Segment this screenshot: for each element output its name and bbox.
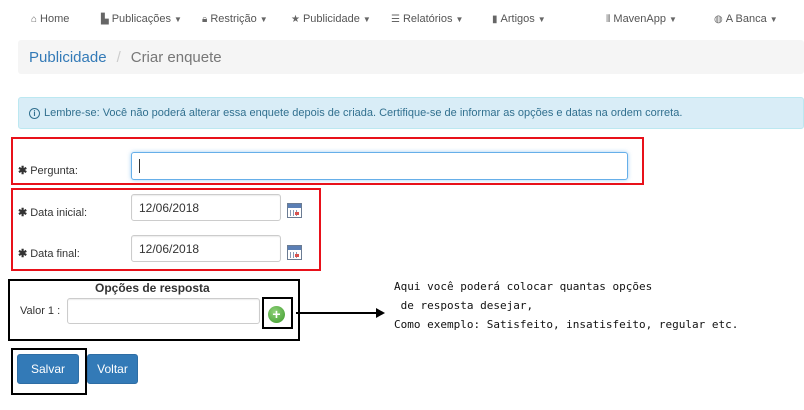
valor-1-label: Valor 1 : xyxy=(20,305,61,317)
data-inicial-input[interactable]: 12/06/2018 xyxy=(131,194,281,221)
info-icon: i xyxy=(29,107,40,119)
required-icon: ✱ xyxy=(18,165,28,177)
calendar-icon[interactable] xyxy=(287,245,302,260)
annotation-line-3: Como exemplo: Satisfeito, insatisfeito, … xyxy=(394,318,739,331)
nav-a-banca-label: A Banca xyxy=(725,13,767,25)
nav-artigos-label: Artigos xyxy=(500,13,535,25)
nav-relatorios[interactable]: ☰ Relatórios ▼ xyxy=(391,13,463,25)
document-icon: ▙ xyxy=(101,13,109,25)
nav-home-label: Home xyxy=(40,13,70,25)
nav-mavenapp[interactable]: ⦀ MavenApp ▼ xyxy=(606,13,677,25)
pergunta-label-text: Pergunta: xyxy=(30,165,78,177)
list-icon: ☰ xyxy=(391,13,400,25)
save-button[interactable]: Salvar xyxy=(17,354,79,384)
caret-down-icon: ▼ xyxy=(362,14,371,24)
annotation-line-2: de resposta desejar, xyxy=(394,299,534,312)
caret-down-icon: ▼ xyxy=(769,14,778,24)
data-inicial-value: 12/06/2018 xyxy=(139,200,200,215)
caret-down-icon: ▼ xyxy=(174,14,182,24)
pergunta-input[interactable] xyxy=(131,152,628,180)
pergunta-label: ✱ Pergunta: xyxy=(18,164,78,177)
nav-relatorios-label: Relatórios xyxy=(402,13,453,25)
data-inicial-label-text: Data inicial: xyxy=(30,207,88,219)
info-alert: i Lembre-se: Você não poderá alterar ess… xyxy=(18,97,804,129)
data-final-value: 12/06/2018 xyxy=(139,241,200,256)
nav-publicidade-label: Publicidade xyxy=(302,13,360,25)
data-final-label: ✱ Data final: xyxy=(18,247,80,260)
bookmark-icon: ▮ xyxy=(492,13,498,25)
annotation-line-1: Aqui você poderá colocar quantas opções xyxy=(394,280,653,293)
nav-a-banca[interactable]: ◍ A Banca ▼ xyxy=(714,13,778,25)
back-button[interactable]: Voltar xyxy=(87,354,138,384)
arrow-head-icon xyxy=(376,308,385,318)
data-final-label-text: Data final: xyxy=(30,248,80,260)
home-icon: ⌂ xyxy=(31,13,38,25)
required-icon: ✱ xyxy=(18,207,28,219)
annotation-arrow xyxy=(296,312,378,314)
options-title: Opções de resposta xyxy=(95,281,210,295)
nav-publicacoes-label: Publicações xyxy=(111,13,172,25)
star-icon: ★ xyxy=(291,13,300,25)
required-icon: ✱ xyxy=(18,248,28,260)
breadcrumb-publicidade-link[interactable]: Publicidade xyxy=(29,49,107,66)
calendar-icon[interactable] xyxy=(287,203,302,218)
top-navbar: ⌂ Home ▙ Publicações ▼ 🔒︎ Restrição ▼ ★ … xyxy=(0,0,804,38)
caret-down-icon: ▼ xyxy=(669,14,677,24)
nav-restricao-label: Restrição xyxy=(210,13,257,25)
valor-1-input[interactable] xyxy=(67,298,260,324)
globe-icon: ◍ xyxy=(714,13,723,25)
nav-home[interactable]: ⌂ Home xyxy=(31,13,69,25)
breadcrumb-separator: / xyxy=(116,48,121,66)
breadcrumb: Publicidade / Criar enquete xyxy=(18,40,804,74)
text-cursor xyxy=(139,159,140,173)
nav-artigos[interactable]: ▮ Artigos ▼ xyxy=(492,13,546,25)
add-option-icon[interactable]: + xyxy=(268,306,285,323)
caret-down-icon: ▼ xyxy=(537,14,546,24)
barcode-icon: ⦀ xyxy=(606,13,611,25)
nav-mavenapp-label: MavenApp xyxy=(613,13,666,25)
caret-down-icon: ▼ xyxy=(455,14,464,24)
lock-icon: 🔒︎ xyxy=(202,13,208,25)
breadcrumb-current: Criar enquete xyxy=(130,48,222,66)
caret-down-icon: ▼ xyxy=(259,14,268,24)
nav-publicacoes[interactable]: ▙ Publicações ▼ xyxy=(101,13,182,25)
alert-text: Lembre-se: Você não poderá alterar essa … xyxy=(44,107,683,119)
nav-restricao[interactable]: 🔒︎ Restrição ▼ xyxy=(202,13,268,25)
data-final-input[interactable]: 12/06/2018 xyxy=(131,235,281,262)
nav-publicidade[interactable]: ★ Publicidade ▼ xyxy=(291,13,371,25)
data-inicial-label: ✱ Data inicial: xyxy=(18,206,87,219)
